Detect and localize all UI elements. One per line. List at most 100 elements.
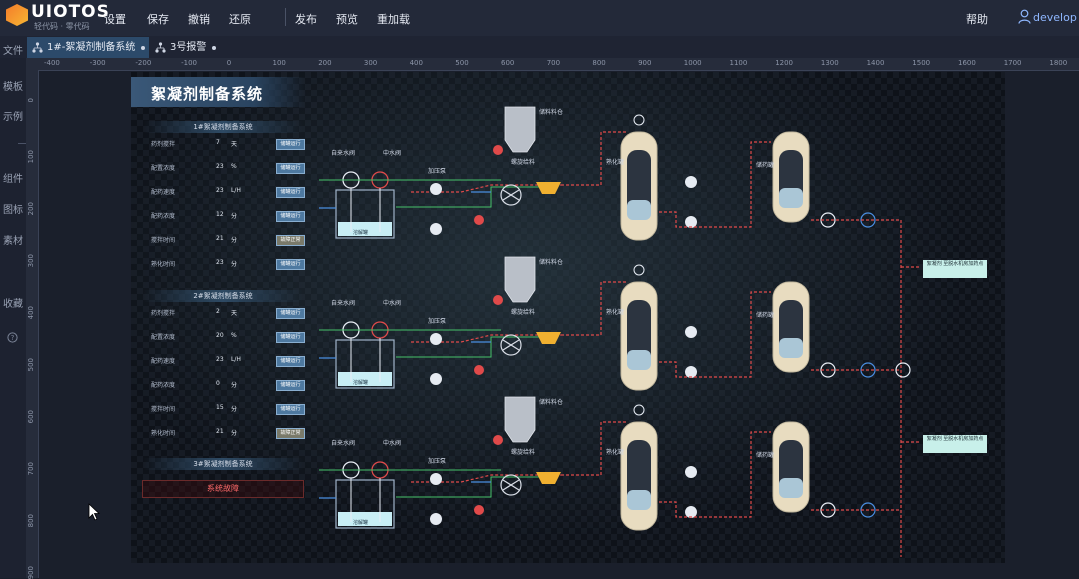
valve-label: 中水阀 — [383, 299, 401, 307]
ruler-tick-label: 200 — [318, 59, 332, 67]
tab-alarm-3[interactable]: 3号报警 — [150, 37, 220, 58]
feeder-label: 螺旋给料 — [511, 308, 535, 316]
pump-icon — [685, 506, 697, 518]
pump-icon — [685, 466, 697, 478]
ruler-tick-label: 800 — [27, 514, 35, 528]
ruler-tick-label: 400 — [409, 59, 423, 67]
ruler-tick-label: 600 — [501, 59, 515, 67]
pump-label: 加压泵 — [428, 457, 446, 465]
menu-redo[interactable]: 还原 — [229, 11, 251, 27]
pump-icon — [685, 366, 697, 378]
sidebar-item-example[interactable]: 示例 — [0, 108, 26, 123]
tab-close-dot[interactable] — [141, 46, 146, 50]
ruler-tick-label: 500 — [27, 358, 35, 372]
tank-liquid — [779, 338, 803, 358]
ruler-tick-label: -100 — [181, 59, 197, 67]
indicator-light — [474, 365, 484, 375]
ruler-tick-label: 100 — [272, 59, 286, 67]
sidebar-item-template[interactable]: 模板 — [0, 78, 26, 93]
feeder-hopper — [536, 332, 561, 344]
app-subtitle: 轻代码 · 零代码 — [34, 22, 90, 31]
reactor-liquid — [627, 490, 651, 510]
outlet-label: 絮凝剂 至脱水机房加药点 — [923, 435, 987, 453]
reactor-liquid — [627, 200, 651, 220]
app-logo-icon — [6, 4, 28, 26]
ruler-tick-label: 300 — [363, 59, 378, 67]
menu-help[interactable]: 帮助 — [966, 11, 988, 27]
valve-icon — [633, 114, 645, 126]
ruler-tick-label: 0 — [27, 98, 35, 103]
hierarchy-icon — [155, 42, 166, 53]
feeder-hopper — [536, 472, 561, 484]
storage-label: 储药罐 — [756, 161, 774, 169]
tank-liquid — [779, 188, 803, 208]
pump-icon — [430, 373, 442, 385]
menu-publish[interactable]: 发布 — [295, 11, 317, 27]
red-pipe — [659, 141, 771, 228]
pump-label: 加压泵 — [428, 317, 446, 325]
pump-icon — [430, 183, 442, 195]
sidebar-item-file[interactable]: 文件 — [0, 42, 26, 57]
ruler-tick-label: 1100 — [729, 59, 748, 67]
ruler-tick-label: -300 — [89, 59, 106, 67]
main-outlet-pipe — [900, 220, 921, 557]
vertical-ruler: 0 100 200 300 400 500 600 700 800 900 — [26, 70, 39, 579]
indicator-light — [474, 505, 484, 515]
reactor-label: 熟化罐 — [606, 448, 624, 456]
valve-label: 中水阀 — [383, 149, 401, 157]
tank-label: 溶解罐 — [353, 229, 368, 236]
menu-reload[interactable]: 重加载 — [377, 11, 410, 27]
tab-flocculant-system[interactable]: 1#-絮凝剂制备系统 — [27, 37, 150, 58]
app-name: UIOTOS — [31, 2, 110, 22]
pump-icon — [430, 333, 442, 345]
pump-icon — [430, 473, 442, 485]
tank-liquid — [779, 478, 803, 498]
menu-save[interactable]: 保存 — [147, 11, 169, 27]
sidebar-item-favorite[interactable]: 收藏 — [0, 295, 26, 310]
menu-divider — [285, 8, 286, 26]
ruler-tick-label: 500 — [455, 59, 469, 67]
ruler-tick-label: 200 — [27, 202, 35, 216]
ruler-tick-label: -400 — [44, 59, 60, 67]
feeder-label: 螺旋给料 — [511, 448, 535, 456]
tab-close-dot[interactable] — [212, 46, 217, 50]
ruler-tick-label: 1500 — [912, 59, 931, 67]
tab-label: 3号报警 — [170, 42, 207, 53]
indicator-light — [474, 215, 484, 225]
ruler-tick-label: 900 — [27, 566, 35, 579]
inlet-label: 自来水阀 — [331, 299, 355, 307]
user-name[interactable]: develop — [1033, 11, 1077, 24]
ruler-tick-label: 1400 — [866, 59, 885, 67]
pump-icon — [430, 223, 442, 235]
sidebar-item-material[interactable]: 素材 — [0, 232, 26, 247]
help-icon[interactable]: ? — [7, 332, 18, 343]
blue-pipe — [319, 191, 491, 209]
pump-icon — [685, 176, 697, 188]
storage-label: 储药罐 — [756, 311, 774, 319]
blower-blades — [502, 339, 520, 351]
hopper-label: 储料料仓 — [539, 258, 563, 266]
reactor-liquid — [627, 350, 651, 370]
tab-label: 1#-絮凝剂制备系统 — [47, 42, 136, 53]
menu-undo[interactable]: 撤销 — [188, 11, 210, 27]
hopper — [504, 106, 536, 153]
menu-preview[interactable]: 预览 — [336, 11, 358, 27]
user-icon[interactable] — [1018, 9, 1031, 24]
menu-settings[interactable]: 设置 — [104, 11, 126, 27]
ruler-tick-label: 100 — [27, 150, 35, 164]
sidebar-divider — [18, 143, 26, 144]
sidebar-item-icon[interactable]: 图标 — [0, 201, 26, 216]
ruler-tick-label: 1300 — [820, 59, 839, 67]
ruler-tick-label: -200 — [135, 59, 152, 67]
blower-blades — [502, 189, 520, 201]
reactor-label: 熟化罐 — [606, 158, 624, 166]
ruler-tick-label: 1000 — [683, 59, 702, 67]
horizontal-ruler: -400 -300 -200 -100 0 100 200 300 400 500 600 700 80… — [26, 58, 1079, 71]
sidebar-item-component[interactable]: 组件 — [0, 170, 26, 185]
ruler-tick-label: 700 — [27, 462, 35, 476]
inlet-label: 自来水阀 — [331, 149, 355, 157]
hopper — [504, 396, 536, 443]
hierarchy-icon — [32, 42, 43, 53]
ruler-tick-label: 1700 — [1003, 59, 1022, 67]
design-canvas[interactable]: 絮凝剂制备系统 1#絮凝剂制备系统 药剂搅拌 7 天储罐运行 配置浓度 23% 储罐运行配… — [131, 72, 1005, 563]
